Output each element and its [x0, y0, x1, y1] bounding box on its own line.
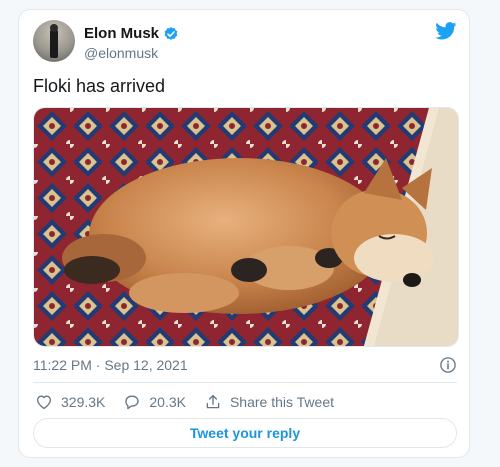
reply-button[interactable]: 20.3K [123, 393, 186, 411]
reply-count: 20.3K [149, 394, 186, 410]
reply-bubble-icon [125, 395, 140, 410]
avatar-figure [50, 28, 58, 58]
author-handle[interactable]: @elonmusk [84, 45, 158, 61]
like-button[interactable]: 329.3K [35, 393, 105, 411]
tweet-text: Floki has arrived [33, 76, 166, 96]
tweet-your-reply-button[interactable]: Tweet your reply [33, 418, 457, 448]
share-label: Share this Tweet [229, 394, 334, 410]
verified-badge-icon [164, 26, 178, 40]
dog-photo-illustration [34, 108, 458, 346]
tweet-timestamp[interactable]: 11:22 PM · Sep 12, 2021 [33, 357, 188, 373]
info-icon[interactable] [439, 356, 457, 374]
heart-icon [36, 395, 52, 410]
tweet-meta: 11:22 PM · Sep 12, 2021 [33, 355, 457, 375]
tweet-actions: 329.3K 20.3K Share this Tweet [35, 390, 352, 414]
like-count: 329.3K [61, 394, 106, 410]
tweet-card: Elon Musk @elonmusk Floki has arrived 11… [18, 9, 470, 458]
avatar-head [50, 24, 58, 32]
share-icon [206, 394, 220, 409]
author-row: Elon Musk [84, 25, 179, 42]
author-name[interactable]: Elon Musk [84, 25, 159, 42]
avatar[interactable] [33, 20, 75, 62]
divider [33, 382, 457, 383]
twitter-bird-icon[interactable] [435, 22, 457, 40]
tweet-photo[interactable] [33, 107, 459, 347]
share-button[interactable]: Share this Tweet [204, 393, 334, 411]
